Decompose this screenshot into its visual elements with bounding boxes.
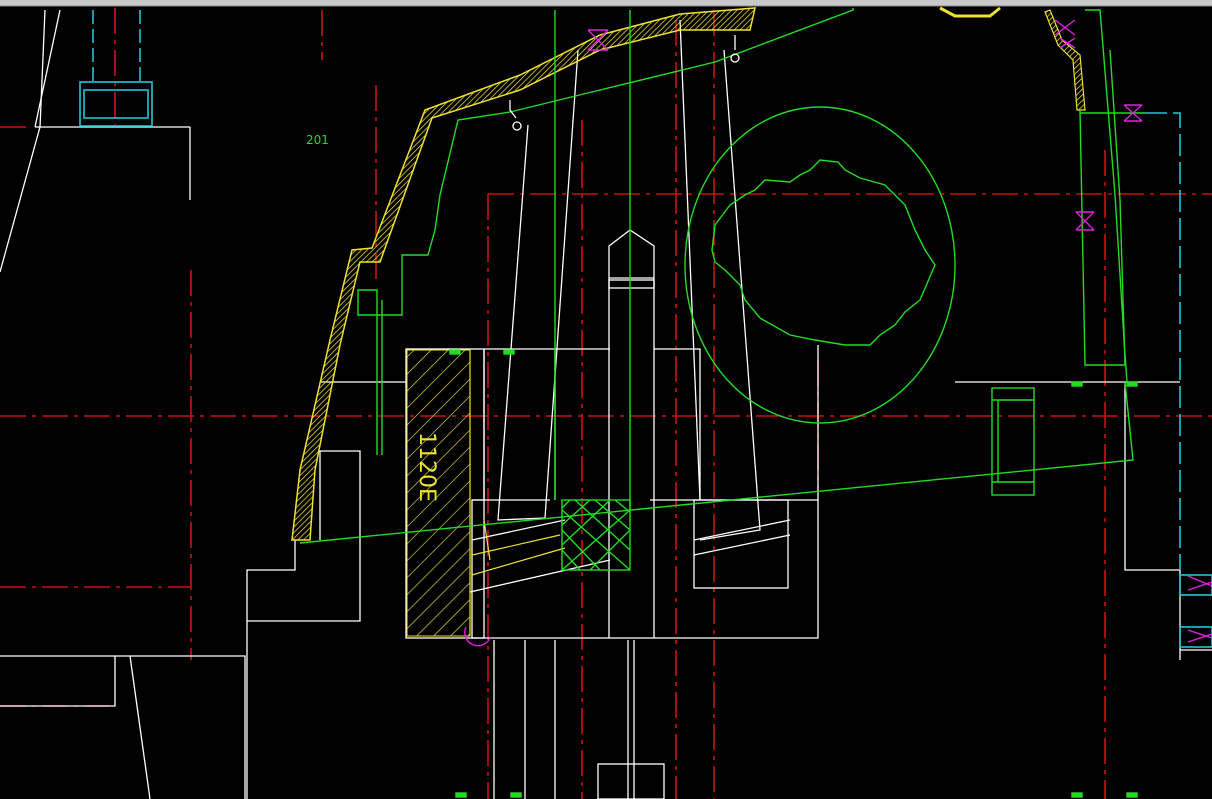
- hidden-lines: [79, 10, 1212, 648]
- hook-symbols: [509, 35, 740, 131]
- zone-id-label: 201: [306, 133, 329, 147]
- window-top-strip: [0, 0, 1212, 6]
- cad-drawing-svg[interactable]: 201 1120E: [0, 0, 1212, 799]
- white-outlines: [0, 9, 1212, 799]
- part-mark-label: 1120E: [414, 432, 439, 502]
- magenta-markers: [464, 19, 1212, 647]
- cad-drawing-view[interactable]: 201 1120E: [0, 0, 1212, 799]
- hatched-shell: [291, 6, 1086, 637]
